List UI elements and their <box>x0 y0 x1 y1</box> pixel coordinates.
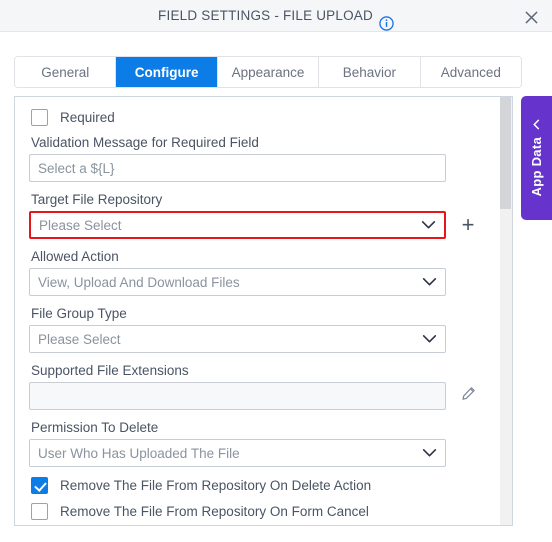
file-group-type-label: File Group Type <box>31 306 127 321</box>
dialog-title-text: FIELD SETTINGS - FILE UPLOAD <box>158 8 373 23</box>
close-button[interactable] <box>520 6 542 28</box>
form-scrollbar[interactable] <box>500 96 513 526</box>
tab-advanced[interactable]: Advanced <box>420 57 521 87</box>
dialog-title-bar: FIELD SETTINGS - FILE UPLOAD <box>0 0 552 32</box>
supported-file-extensions-row <box>29 382 486 410</box>
target-file-repository-label: Target File Repository <box>31 192 163 207</box>
permission-to-delete-dropdown[interactable]: User Who Has Uploaded The File <box>29 439 446 467</box>
remove-on-delete-label: Remove The File From Repository On Delet… <box>60 478 372 493</box>
tab-configure[interactable]: Configure <box>116 57 218 87</box>
form-scrollbar-thumb[interactable] <box>500 97 511 209</box>
app-data-label: App Data <box>529 137 544 197</box>
info-circle-icon[interactable] <box>379 11 394 31</box>
permission-to-delete-row: User Who Has Uploaded The File <box>29 439 486 467</box>
configure-form-panel: Required Validation Message for Required… <box>14 96 500 526</box>
allowed-action-label: Allowed Action <box>31 249 119 264</box>
tab-general[interactable]: General <box>15 57 117 87</box>
required-checkbox-label: Required <box>60 110 115 125</box>
add-repository-button[interactable]: + <box>458 212 478 237</box>
remove-on-cancel-row[interactable]: Remove The File From Repository On Form … <box>31 503 486 520</box>
plus-icon: + <box>461 212 475 237</box>
remove-on-delete-row[interactable]: Remove The File From Repository On Delet… <box>31 477 486 494</box>
edit-extensions-button[interactable] <box>458 386 478 406</box>
tab-behavior[interactable]: Behavior <box>319 57 421 87</box>
allowed-action-row: View, Upload And Download Files <box>29 268 486 296</box>
remove-on-delete-checkbox[interactable] <box>31 477 48 494</box>
validation-message-row: Select a ${L} <box>29 154 486 182</box>
tab-appearance[interactable]: Appearance <box>217 57 320 87</box>
permission-to-delete-label: Permission To Delete <box>31 420 159 435</box>
required-checkbox[interactable] <box>31 109 48 126</box>
remove-on-cancel-label: Remove The File From Repository On Form … <box>60 504 369 519</box>
target-file-repository-value: Please Select <box>39 217 122 233</box>
supported-file-extensions-input[interactable] <box>29 382 446 410</box>
chevron-down-icon <box>422 332 437 347</box>
target-file-repository-dropdown[interactable]: Please Select <box>29 211 446 239</box>
app-data-panel-tab[interactable]: App Data <box>521 96 552 220</box>
required-checkbox-row[interactable]: Required <box>31 109 486 126</box>
chevron-down-icon <box>422 446 437 461</box>
chevron-down-icon <box>422 275 437 290</box>
remove-on-cancel-checkbox[interactable] <box>31 503 48 520</box>
target-file-repository-row: Please Select + <box>29 211 486 239</box>
permission-to-delete-value: User Who Has Uploaded The File <box>38 445 240 461</box>
validation-message-label: Validation Message for Required Field <box>31 135 259 150</box>
allowed-action-dropdown[interactable]: View, Upload And Download Files <box>29 268 446 296</box>
pencil-icon <box>461 386 476 406</box>
allowed-action-value: View, Upload And Download Files <box>38 274 240 290</box>
file-group-type-value: Please Select <box>38 331 121 347</box>
validation-message-value: Select a ${L} <box>38 160 115 176</box>
file-group-type-row: Please Select <box>29 325 486 353</box>
validation-message-input[interactable]: Select a ${L} <box>29 154 446 182</box>
file-group-type-dropdown[interactable]: Please Select <box>29 325 446 353</box>
chevron-left-icon <box>531 119 542 130</box>
supported-file-extensions-label: Supported File Extensions <box>31 363 189 378</box>
dialog-title: FIELD SETTINGS - FILE UPLOAD <box>0 0 552 32</box>
settings-tab-bar: General Configure Appearance Behavior Ad… <box>14 56 522 88</box>
chevron-down-icon <box>421 218 436 233</box>
